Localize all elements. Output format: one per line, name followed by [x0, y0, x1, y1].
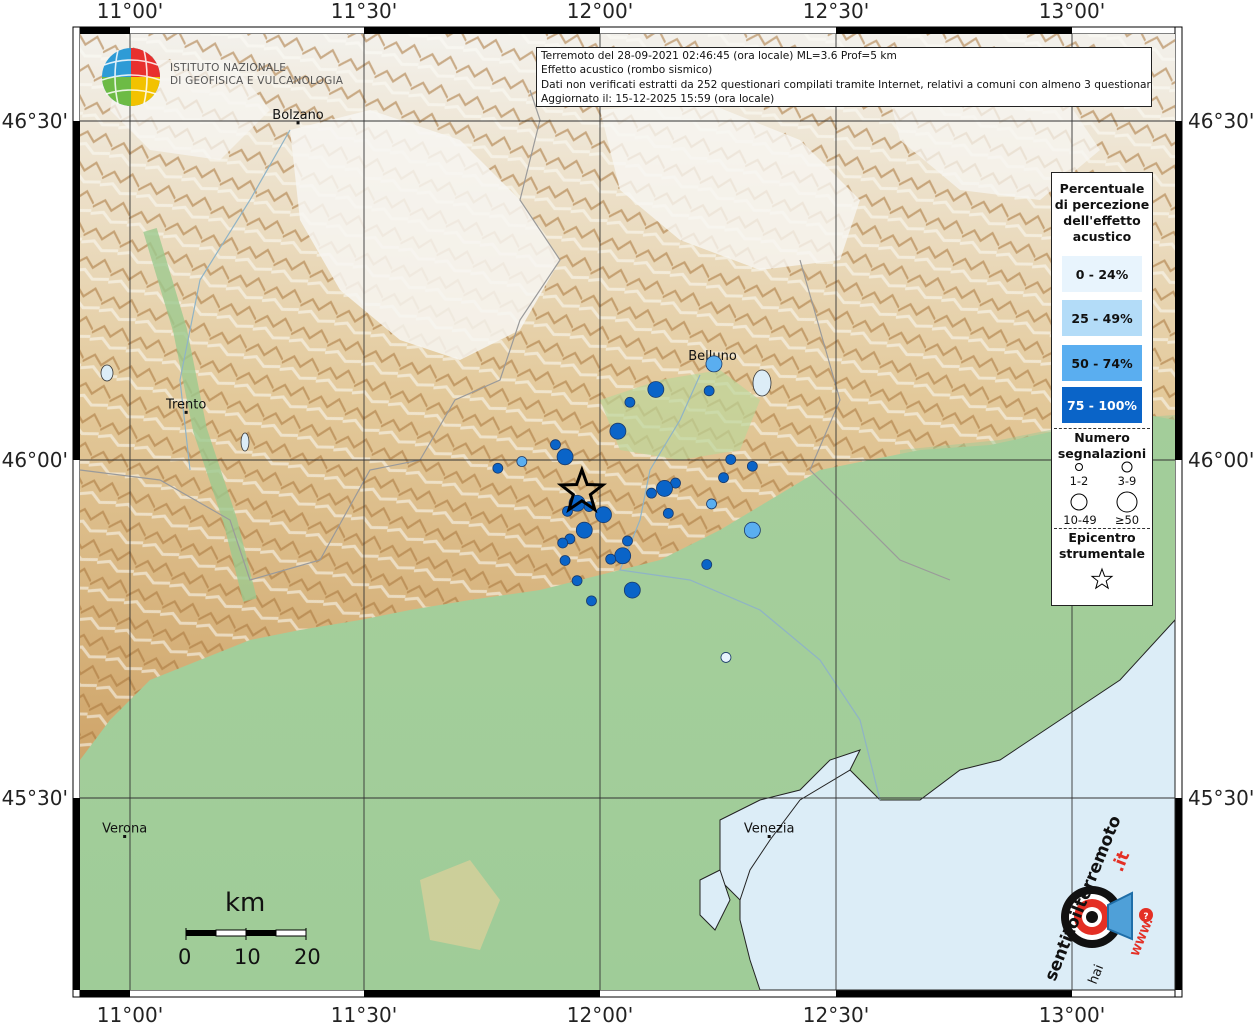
- event-info-box: Terremoto del 28-09-2021 02:46:45 (ora l…: [536, 47, 1152, 107]
- legend-count-title-1: Numero: [1074, 430, 1130, 445]
- city-label-verona: Verona: [102, 822, 147, 837]
- y-tick-right-2: 45°30': [1188, 786, 1254, 810]
- y-tick-right-0: 46°30': [1188, 109, 1254, 133]
- scale-tick-20: 20: [294, 945, 321, 969]
- legend-size-4: ≥50: [1114, 513, 1140, 527]
- intensity-point[interactable]: [609, 422, 627, 440]
- legend-separator-2: [1054, 528, 1150, 529]
- intensity-point[interactable]: [725, 454, 737, 465]
- legend-size-3: 10-49: [1063, 513, 1097, 527]
- x-tick-top-0: 11°00': [97, 0, 163, 23]
- x-labels-bottom: 11°00' 11°30' 12°00' 12°30' 13°00': [97, 1003, 1105, 1027]
- y-tick-left-1: 46°00': [2, 448, 68, 472]
- intensity-point[interactable]: [557, 537, 569, 549]
- intensity-point[interactable]: [623, 581, 641, 599]
- event-info-line3: Dati non verificati estratti da 252 ques…: [541, 78, 1152, 91]
- legend-title-4: acustico: [1072, 229, 1132, 244]
- intensity-point[interactable]: [516, 456, 528, 467]
- intensity-point[interactable]: [701, 559, 713, 570]
- intensity-point[interactable]: [706, 498, 717, 510]
- city-label-trento: Trento: [165, 397, 206, 412]
- event-info-line1: Terremoto del 28-09-2021 02:46:45 (ora l…: [541, 50, 897, 62]
- legend-title-1: Percentuale: [1059, 181, 1145, 196]
- intensity-point[interactable]: [743, 521, 761, 539]
- intensity-point[interactable]: [662, 507, 674, 519]
- x-tick-top-4: 13°00': [1039, 0, 1105, 23]
- intensity-point[interactable]: [622, 535, 633, 547]
- intensity-point[interactable]: [656, 480, 673, 497]
- scale-tick-10: 10: [234, 945, 261, 969]
- intensity-point[interactable]: [605, 553, 617, 565]
- intensity-point[interactable]: [614, 547, 632, 565]
- legend-class-4: 75 - 100%: [1062, 387, 1142, 423]
- intensity-point[interactable]: [705, 355, 723, 373]
- intensity-point[interactable]: [720, 652, 732, 663]
- legend-star-icon: [1090, 567, 1114, 590]
- scale-tick-0: 0: [178, 945, 192, 969]
- legend-title-3: dell'effetto: [1063, 213, 1141, 228]
- intensity-point[interactable]: [575, 521, 593, 539]
- legend-epi-title-1: Epicentro: [1068, 530, 1136, 545]
- y-labels-left: 46°30' 46°00' 45°30': [2, 109, 68, 810]
- intensity-point[interactable]: [595, 506, 612, 524]
- legend-title-2: di percezione: [1054, 197, 1150, 212]
- intensity-point[interactable]: [718, 472, 729, 484]
- event-info-line4: Aggiornato il: 15-12-2025 15:59 (ora loc…: [541, 93, 775, 106]
- legend-class-2: 25 - 49%: [1062, 300, 1142, 336]
- legend-separator: [1054, 428, 1150, 429]
- intensity-point[interactable]: [646, 487, 657, 499]
- intensity-point[interactable]: [586, 595, 597, 607]
- ingv-logo-icon: [101, 48, 161, 106]
- intensity-point[interactable]: [703, 385, 715, 397]
- legend: Percentuale di percezione dell'effetto a…: [1051, 172, 1153, 606]
- intensity-point[interactable]: [571, 575, 583, 587]
- y-labels-right: 46°30' 46°00' 45°30': [1188, 109, 1254, 810]
- intensity-point[interactable]: [550, 439, 561, 451]
- legend-epi-title-2: strumentale: [1058, 546, 1146, 561]
- event-info-line2: Effetto acustico (rombo sismico): [541, 64, 713, 77]
- x-tick-bottom-1: 11°30': [331, 1003, 397, 1024]
- intensity-point[interactable]: [624, 396, 636, 408]
- intensity-point[interactable]: [556, 448, 574, 466]
- x-tick-top-2: 12°00': [567, 0, 633, 23]
- scale-unit: km: [225, 888, 266, 918]
- city-label-bolzano: Bolzano: [272, 108, 324, 123]
- intensity-point[interactable]: [492, 462, 504, 474]
- intensity-point[interactable]: [647, 381, 665, 398]
- x-tick-bottom-2: 12°00': [567, 1003, 633, 1024]
- y-tick-left-0: 46°30': [2, 109, 68, 133]
- legend-class-1: 0 - 24%: [1062, 256, 1142, 292]
- ingv-line2: DI GEOFISICA E VULCANOLOGIA: [170, 75, 344, 87]
- y-tick-left-2: 45°30': [2, 786, 68, 810]
- map-figure: 11°00' 11°30' 12°00' 12°30' 13°00' 11°00…: [0, 0, 1255, 1027]
- legend-size-2: 3-9: [1117, 474, 1137, 488]
- ingv-logo-text: ISTITUTO NAZIONALE DI GEOFISICA E VULCAN…: [170, 62, 343, 88]
- intensity-point[interactable]: [746, 460, 758, 472]
- city-label-venezia: Venezia: [744, 822, 795, 837]
- x-tick-bottom-3: 12°30': [803, 1003, 869, 1024]
- x-tick-bottom-4: 13°00': [1039, 1003, 1105, 1024]
- intensity-point[interactable]: [559, 555, 571, 566]
- legend-size-1: 1-2: [1069, 474, 1089, 488]
- x-tick-bottom-0: 11°00': [97, 1003, 163, 1024]
- x-tick-top-1: 11°30': [331, 0, 397, 23]
- legend-class-3: 50 - 74%: [1062, 345, 1142, 381]
- y-tick-right-1: 46°00': [1188, 448, 1254, 472]
- ingv-line1: ISTITUTO NAZIONALE: [170, 62, 287, 74]
- x-labels-top: 11°00' 11°30' 12°00' 12°30' 13°00': [97, 0, 1105, 23]
- x-tick-top-3: 12°30': [803, 0, 869, 23]
